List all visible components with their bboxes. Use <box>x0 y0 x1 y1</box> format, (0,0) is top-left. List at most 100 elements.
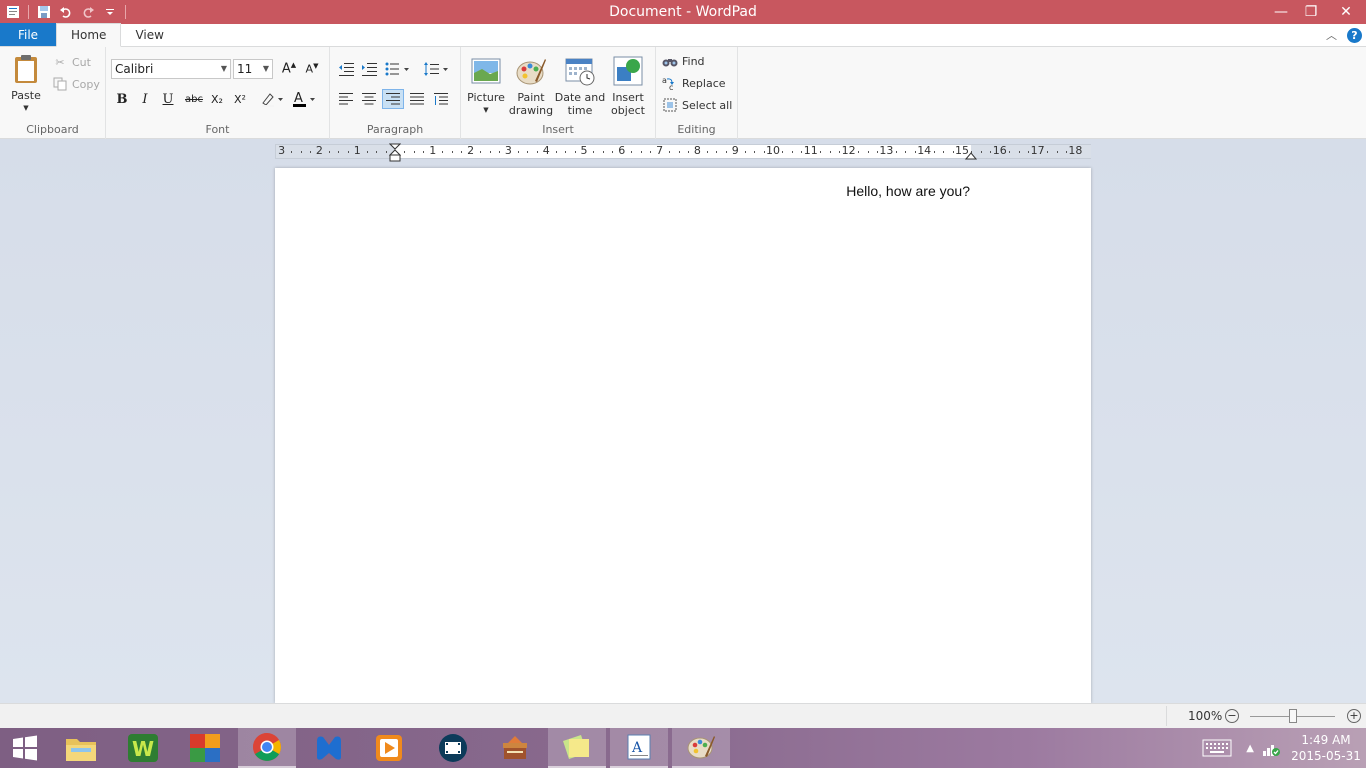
document-page[interactable]: Hello, how are you? <box>275 168 1091 703</box>
italic-button[interactable]: I <box>135 89 155 109</box>
scissors-icon: ✂ <box>55 55 65 69</box>
ruler-tick <box>309 151 311 153</box>
ruler-number: 9 <box>731 144 739 157</box>
ruler-tick <box>801 151 803 153</box>
wordpad-app-icon[interactable] <box>2 1 24 23</box>
colorful-app-icon <box>190 734 220 762</box>
cut-button[interactable]: ✂ Cut <box>52 52 91 72</box>
zoom-out-button[interactable]: − <box>1225 709 1239 723</box>
help-icon[interactable]: ? <box>1347 27 1362 43</box>
restore-button[interactable]: ❐ <box>1296 0 1326 24</box>
underline-button[interactable]: U <box>158 89 178 109</box>
collapse-ribbon-icon[interactable]: ︿ <box>1326 27 1337 43</box>
ruler-tick <box>593 151 595 153</box>
qat-separator <box>125 5 126 19</box>
network-icon[interactable] <box>1262 739 1280 757</box>
show-hidden-icons-icon[interactable]: ▲ <box>1246 743 1254 754</box>
taskbar-paint[interactable] <box>672 728 730 768</box>
taskbar-app-w[interactable]: W <box>114 728 172 768</box>
font-family-combo[interactable]: Calibri ▼ <box>111 59 231 79</box>
windows-logo-icon <box>13 735 37 761</box>
zoom-in-button[interactable]: + <box>1347 709 1361 723</box>
decrease-indent-button[interactable] <box>336 59 356 79</box>
taskbar-video-app[interactable] <box>424 728 482 768</box>
tab-home[interactable]: Home <box>56 23 122 47</box>
increase-indent-button[interactable] <box>359 59 379 79</box>
paste-button[interactable]: Paste ▼ <box>8 53 44 115</box>
svg-text:A: A <box>631 740 643 756</box>
align-left-button[interactable] <box>336 89 356 109</box>
document-area: 3 2 1 1 2 3 4 5 6 7 8 9 10 11 12 13 14 15 16 17 18 Hello, ho… <box>0 139 1366 703</box>
replace-button[interactable]: ac Replace <box>662 73 726 93</box>
justify-icon <box>410 93 424 105</box>
taskbar-sticky-notes[interactable] <box>548 728 606 768</box>
taskbar-wordpad[interactable]: A <box>610 728 668 768</box>
tab-view[interactable]: View <box>121 23 177 46</box>
bold-button[interactable]: B <box>112 89 132 109</box>
right-indent-marker-icon[interactable] <box>965 150 977 160</box>
taskbar-media-player[interactable] <box>360 728 418 768</box>
minimize-button[interactable]: — <box>1266 0 1296 24</box>
font-size-combo[interactable]: 11 ▼ <box>233 59 273 79</box>
subscript-button[interactable]: X₂ <box>207 89 227 109</box>
ruler-tick <box>489 151 491 153</box>
copy-button[interactable]: Copy <box>52 74 100 94</box>
select-all-button[interactable]: Select all <box>662 95 732 115</box>
strikethrough-button[interactable]: abc <box>182 89 206 109</box>
touch-keyboard-icon[interactable] <box>1202 739 1232 757</box>
highlight-color-button[interactable] <box>258 89 286 109</box>
grow-font-button[interactable]: A▲ <box>279 59 299 79</box>
shrink-font-icon: A▼ <box>305 62 319 76</box>
font-color-button[interactable]: A <box>290 89 318 109</box>
justify-button[interactable] <box>407 89 427 109</box>
find-button[interactable]: Find <box>662 51 705 71</box>
ruler-tick <box>480 151 482 153</box>
picture-icon <box>471 58 501 84</box>
insert-object-button[interactable]: Insert object <box>607 55 649 117</box>
save-icon[interactable] <box>33 1 55 23</box>
indent-marker-icon[interactable] <box>389 143 401 163</box>
taskbar-clock[interactable]: 1:49 AM 2015-05-31 <box>1286 732 1366 764</box>
paint-drawing-button[interactable]: Paint drawing <box>508 55 554 117</box>
line-spacing-button[interactable] <box>422 59 452 79</box>
date-time-button[interactable]: Date and time <box>554 55 606 117</box>
ruler[interactable]: 3 2 1 1 2 3 4 5 6 7 8 9 10 11 12 13 14 15 16 17 18 <box>275 143 1091 162</box>
superscript-button[interactable]: X² <box>230 89 250 109</box>
malwarebytes-icon <box>317 736 341 760</box>
ruler-tick <box>763 151 765 153</box>
taskbar-malwarebytes[interactable] <box>300 728 358 768</box>
insert-object-label-2: object <box>611 104 645 117</box>
bullets-button[interactable] <box>384 59 414 79</box>
picture-button[interactable]: Picture ▼ <box>466 55 506 117</box>
ruler-tick <box>517 151 519 153</box>
taskbar: W A ▲ 1:49 AM 2015-05-31 <box>0 728 1366 768</box>
insert-object-label-1: Insert <box>612 91 644 104</box>
ruler-tick <box>404 151 406 153</box>
zoom-slider-thumb[interactable] <box>1288 709 1297 723</box>
paragraph-dialog-button[interactable] <box>431 89 451 109</box>
shrink-font-button[interactable]: A▼ <box>302 59 322 79</box>
taskbar-archive-app[interactable] <box>486 728 544 768</box>
ruler-tick <box>1065 151 1067 153</box>
align-right-button[interactable] <box>382 89 404 109</box>
ruler-tick <box>990 151 992 153</box>
taskbar-app-colorful[interactable] <box>176 728 234 768</box>
highlighter-icon <box>262 93 283 107</box>
undo-icon[interactable] <box>55 1 77 23</box>
ruler-tick <box>706 151 708 153</box>
start-button[interactable] <box>0 728 50 768</box>
taskbar-file-explorer[interactable] <box>52 728 110 768</box>
tab-file[interactable]: File <box>0 23 56 46</box>
archive-icon <box>503 736 527 759</box>
svg-text:a: a <box>662 76 667 85</box>
document-text[interactable]: Hello, how are you? <box>846 183 970 199</box>
ruler-number: 13 <box>879 144 894 157</box>
customize-qat-icon[interactable] <box>99 1 121 23</box>
redo-icon[interactable] <box>77 1 99 23</box>
taskbar-chrome[interactable] <box>238 728 296 768</box>
ruler-tick <box>347 151 349 153</box>
paste-dropdown-icon: ▼ <box>23 104 29 112</box>
ruler-tick <box>867 151 869 153</box>
close-button[interactable]: ✕ <box>1326 0 1366 24</box>
align-center-button[interactable] <box>359 89 379 109</box>
